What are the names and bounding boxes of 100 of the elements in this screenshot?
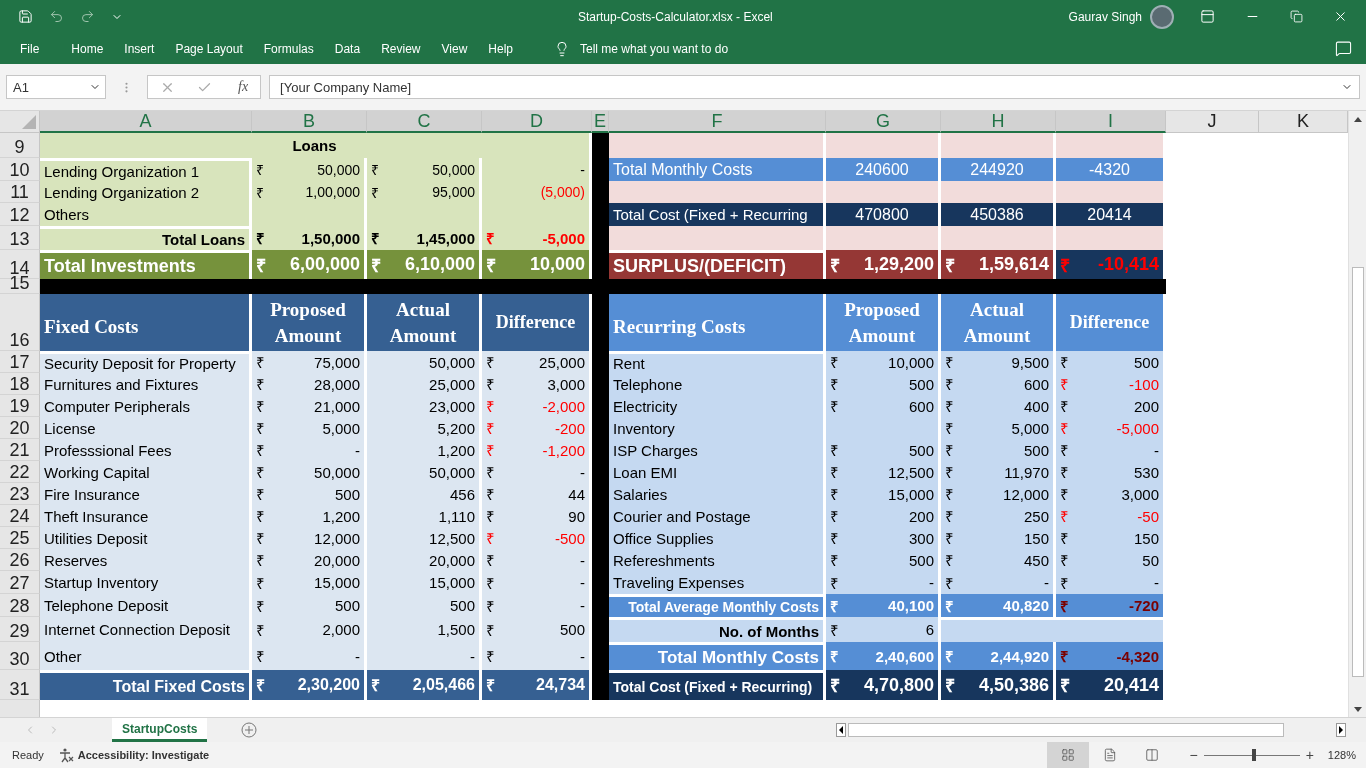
name-box[interactable]: A1 [6, 75, 106, 99]
row-header[interactable]: 25 [0, 527, 40, 549]
currency-symbol: ₹ [371, 161, 379, 179]
row-header[interactable]: 22 [0, 461, 40, 483]
currency-symbol: ₹ [256, 397, 265, 416]
undo-icon[interactable] [49, 9, 64, 24]
currency-symbol: ₹ [830, 353, 839, 372]
accessibility-status[interactable]: Accessibility: Investigate [77, 749, 210, 761]
scroll-thumb[interactable] [1351, 267, 1364, 677]
row-header[interactable]: 11 [0, 181, 40, 203]
row-header[interactable]: 29 [0, 617, 40, 642]
row-header[interactable]: 9 [0, 133, 40, 158]
currency-symbol: ₹ [256, 620, 265, 640]
column-header[interactable]: K [1259, 111, 1348, 133]
row-header[interactable]: 23 [0, 483, 40, 505]
cell-value: 2,000 [322, 621, 360, 638]
scroll-up-icon[interactable] [1353, 116, 1362, 122]
cell-value: 200 [1133, 397, 1159, 415]
zoom-thumb[interactable] [1251, 749, 1256, 761]
cell-value: 1,29,200 [863, 254, 934, 275]
select-all-icon[interactable] [22, 115, 36, 129]
ribbon-tab[interactable]: Home [71, 41, 104, 56]
scroll-left-icon[interactable] [836, 723, 846, 737]
ribbon-tab[interactable]: Help [488, 41, 513, 56]
ribbon-tab[interactable]: Formulas [263, 41, 314, 56]
view-button[interactable] [1047, 742, 1090, 768]
column-header[interactable]: A [40, 111, 252, 133]
table-cell: Lending Organization 2 [40, 181, 252, 203]
ribbon-tab[interactable]: Insert [124, 41, 155, 56]
column-header[interactable]: F [609, 111, 826, 133]
cell-value: -500 [554, 529, 585, 547]
row-header[interactable]: 18 [0, 373, 40, 395]
insert-function-button[interactable]: fx [238, 79, 249, 95]
column-header[interactable]: G [826, 111, 941, 133]
cell-value: 15,000 [314, 574, 360, 591]
cell-value: 1,50,000 [301, 229, 360, 247]
column-header[interactable]: C [367, 111, 482, 133]
cell-value: - [580, 551, 585, 569]
cell-value: 450386 [970, 205, 1024, 224]
row-header[interactable]: 27 [0, 571, 40, 594]
accessibility-icon[interactable] [57, 747, 74, 763]
cell-value: - [580, 161, 585, 178]
zoom-in-button[interactable]: + [1305, 747, 1314, 763]
column-header[interactable]: J [1166, 111, 1259, 133]
currency-symbol: ₹ [256, 375, 265, 394]
row-header[interactable]: 21 [0, 439, 40, 461]
add-sheet-icon[interactable] [241, 722, 258, 738]
formula-field[interactable]: [Your Company Name] [269, 75, 1360, 99]
save-icon[interactable] [18, 9, 33, 24]
cell-value: 44 [568, 485, 585, 503]
column-header[interactable]: H [941, 111, 1056, 133]
lightbulb-icon[interactable] [554, 40, 570, 57]
grid-icon [1061, 748, 1076, 762]
row-header[interactable]: 19 [0, 395, 40, 417]
table-cell: SURPLUS/(DEFICIT) [609, 250, 826, 279]
redo-icon[interactable] [80, 9, 95, 24]
comments-icon[interactable] [1335, 40, 1352, 57]
scroll-down-icon[interactable] [1353, 706, 1362, 712]
currency-symbol: ₹ [1060, 254, 1070, 277]
ribbon-tab[interactable]: Page Layout [175, 41, 243, 56]
row-header[interactable]: 31 [0, 670, 40, 700]
row-header[interactable]: 24 [0, 505, 40, 527]
row-header[interactable]: 12 [0, 203, 40, 226]
cell-value: 150 [1133, 529, 1159, 547]
tell-me-field[interactable]: Tell me what you want to do [580, 41, 729, 56]
column-header[interactable]: B [252, 111, 367, 133]
cell-value: 5,000 [322, 419, 360, 437]
ribbon-tab[interactable]: View [441, 41, 468, 56]
zoom-out-button[interactable]: − [1189, 747, 1198, 763]
avatar[interactable] [1150, 4, 1174, 29]
cell-value: 2,44,920 [990, 647, 1049, 665]
table-cell: Fire Insurance [40, 483, 252, 505]
horizontal-scroll-thumb[interactable] [848, 723, 1284, 737]
vertical-scrollbar[interactable] [1348, 111, 1366, 717]
table-cell: Courier and Postage [609, 505, 826, 527]
row-header[interactable]: 13 [0, 226, 40, 250]
restore-icon[interactable] [1290, 10, 1303, 23]
column-header[interactable]: I [1056, 111, 1166, 133]
row-header[interactable]: 28 [0, 594, 40, 617]
row-header[interactable]: 26 [0, 549, 40, 571]
column-header[interactable]: E [592, 111, 609, 133]
currency-symbol: ₹ [830, 620, 839, 640]
ribbon-tab[interactable]: Data [334, 41, 361, 56]
row-header[interactable]: 17 [0, 351, 40, 373]
scroll-right-icon[interactable] [1336, 723, 1346, 737]
currency-symbol: ₹ [486, 375, 495, 394]
sheet-tab[interactable]: StartupCosts [112, 718, 208, 742]
currency-symbol: ₹ [256, 573, 265, 593]
row-header[interactable]: 10 [0, 158, 40, 181]
column-header[interactable]: D [482, 111, 592, 133]
close-icon[interactable] [1333, 9, 1348, 24]
ribbon-tab[interactable]: Review [381, 41, 421, 56]
cell-value: 25,000 [429, 375, 475, 393]
row-header[interactable]: 20 [0, 417, 40, 439]
row-header[interactable]: 16 [0, 294, 40, 351]
row-header[interactable]: 30 [0, 642, 40, 670]
ribbon-tab[interactable]: File [20, 41, 40, 56]
cell-value: 21,000 [314, 397, 360, 415]
ribbon-display-icon[interactable] [1200, 9, 1215, 24]
currency-symbol: ₹ [486, 529, 495, 548]
